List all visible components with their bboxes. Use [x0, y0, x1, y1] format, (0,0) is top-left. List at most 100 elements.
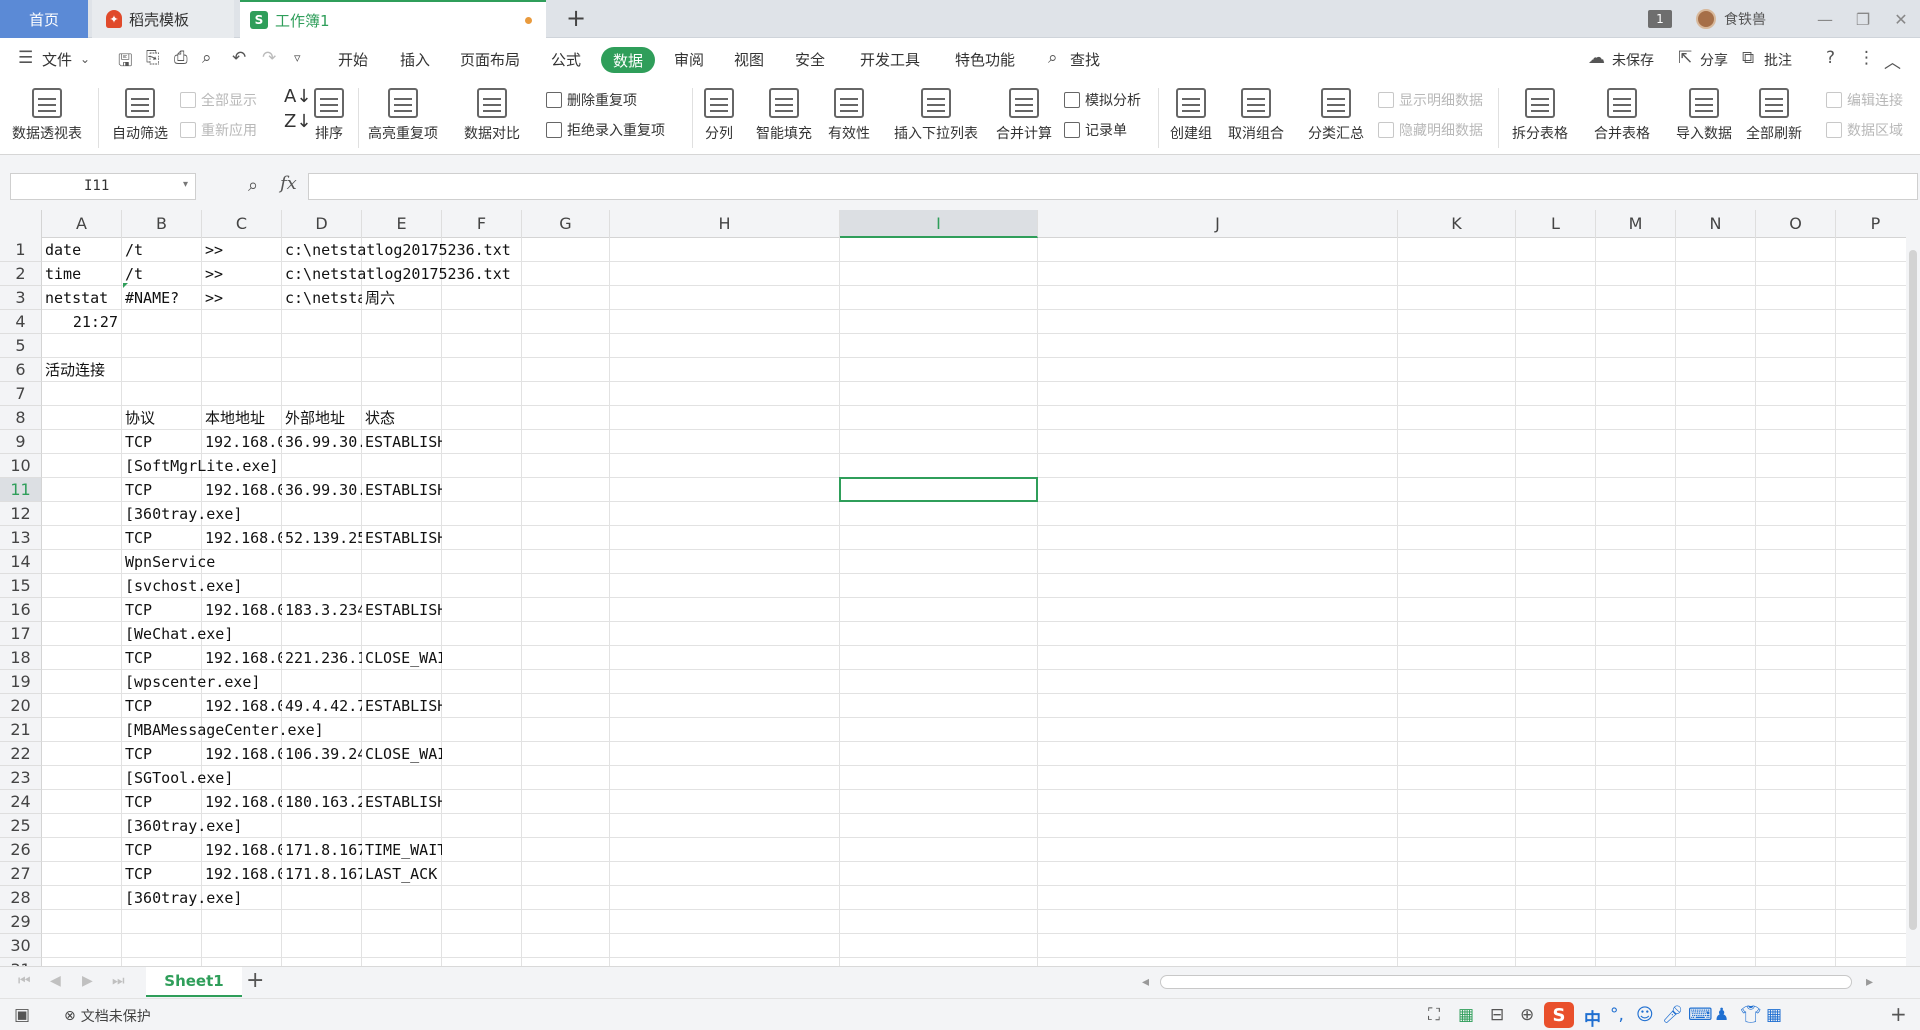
column-header-K[interactable]: K [1398, 210, 1516, 238]
sort-asc-button[interactable]: A↓ Z↓ [284, 86, 311, 132]
cell-C18[interactable]: 192.168.0.101:50814 [202, 646, 282, 670]
collapse-ribbon-icon[interactable]: ︿ [1884, 48, 1901, 73]
cell-C24[interactable]: 192.168.0.101:50846 [202, 790, 282, 814]
consolidate-button[interactable]: 合并计算 [996, 86, 1052, 143]
menu-page-layout[interactable]: 页面布局 [460, 49, 520, 70]
annotate-icon[interactable]: ⧉ [1742, 48, 1754, 68]
customize-toolbar-icon[interactable]: ▿ [294, 51, 301, 66]
vertical-scrollbar[interactable] [1906, 210, 1920, 970]
row-header-5[interactable]: 5 [0, 334, 42, 358]
row-header-17[interactable]: 17 [0, 622, 42, 646]
menu-file[interactable]: 文件 [42, 49, 72, 70]
cell-C16[interactable]: 192.168.0.101:50770 [202, 598, 282, 622]
what-if-button[interactable]: 模拟分析 [1064, 90, 1141, 110]
restore-icon[interactable]: ❐ [1844, 0, 1882, 38]
cell-C8[interactable]: 本地地址 [202, 406, 282, 430]
user-name[interactable]: 食铁兽 [1724, 9, 1766, 29]
sheet-tab[interactable]: Sheet1 [146, 967, 242, 997]
pivot-table-button[interactable]: 数据透视表 [12, 86, 82, 143]
create-group-button[interactable]: 创建组 [1170, 86, 1212, 143]
reject-duplicates-button[interactable]: 拒绝录入重复项 [546, 120, 665, 140]
column-header-N[interactable]: N [1676, 210, 1756, 238]
cell-B21[interactable]: [MBAMessageCenter.exe] [122, 718, 362, 742]
menu-data[interactable]: 数据 [601, 47, 655, 73]
cell-D22[interactable]: 106.39.246.40:80 [282, 742, 362, 766]
cloud-icon[interactable]: ☁ [1588, 48, 1605, 68]
column-header-P[interactable]: P [1836, 210, 1906, 238]
cell-D16[interactable]: 183.3.234.52:8080 [282, 598, 362, 622]
cell-B19[interactable]: [wpscenter.exe] [122, 670, 362, 694]
cell-B1[interactable]: /t [122, 238, 202, 262]
cell-C13[interactable]: 192.168.0.101:50729 [202, 526, 282, 550]
cell-B14[interactable]: WpnService [122, 550, 362, 574]
row-header-24[interactable]: 24 [0, 790, 42, 814]
row-header-30[interactable]: 30 [0, 934, 42, 958]
cell-B8[interactable]: 协议 [122, 406, 202, 430]
column-header-D[interactable]: D [282, 210, 362, 238]
menu-developer[interactable]: 开发工具 [860, 49, 920, 70]
select-all-corner[interactable] [0, 210, 42, 238]
name-box[interactable]: I11 [10, 173, 196, 200]
cell-B22[interactable]: TCP [122, 742, 202, 766]
column-header-I[interactable]: I [840, 210, 1038, 238]
smart-fill-button[interactable]: 智能填充 [756, 86, 812, 143]
menu-start[interactable]: 开始 [338, 49, 368, 70]
microphone-icon[interactable]: 🎤︎ [1662, 1005, 1684, 1025]
column-header-A[interactable]: A [42, 210, 122, 238]
active-cell-cursor[interactable] [839, 477, 1038, 502]
new-tab-button[interactable]: + [566, 4, 586, 32]
macro-icon[interactable]: ▣ [14, 1005, 30, 1025]
formula-input[interactable] [308, 173, 1918, 200]
column-header-J[interactable]: J [1038, 210, 1398, 238]
row-header-4[interactable]: 4 [0, 310, 42, 334]
hamburger-icon[interactable]: ☰ [18, 48, 33, 68]
fullscreen-icon[interactable]: ⛶ [1428, 1005, 1440, 1025]
row-header-29[interactable]: 29 [0, 910, 42, 934]
row-header-27[interactable]: 27 [0, 862, 42, 886]
column-header-L[interactable]: L [1516, 210, 1596, 238]
row-header-14[interactable]: 14 [0, 550, 42, 574]
row-header-22[interactable]: 22 [0, 742, 42, 766]
menu-formula[interactable]: 公式 [551, 49, 581, 70]
menu-special[interactable]: 特色功能 [955, 49, 1015, 70]
cell-C1[interactable]: >> [202, 238, 282, 262]
document-protection[interactable]: ⊗ 文档未保护 [64, 1006, 151, 1026]
show-all-button[interactable]: 全部显示 [180, 90, 257, 110]
reapply-button[interactable]: 重新应用 [180, 120, 257, 140]
menu-search[interactable]: 查找 [1070, 49, 1100, 70]
function-icon[interactable]: fx [280, 173, 297, 194]
cell-D8[interactable]: 外部地址 [282, 406, 362, 430]
cell-D24[interactable]: 180.163.251.208:80 [282, 790, 362, 814]
cell-C27[interactable]: 192.168.0.101:50863 [202, 862, 282, 886]
tab-home[interactable]: 首页 [0, 0, 88, 38]
row-header-23[interactable]: 23 [0, 766, 42, 790]
page-break-view-icon[interactable]: ⊟ [1490, 1005, 1504, 1025]
import-data-button[interactable]: 导入数据 [1676, 86, 1732, 143]
cell-D1[interactable]: c:\netstatlog20175236.txt [282, 238, 522, 262]
print-preview-icon[interactable]: ⌕ [202, 48, 212, 68]
sogou-ime-icon[interactable]: S [1544, 1002, 1574, 1028]
cell-C3[interactable]: >> [202, 286, 282, 310]
row-header-21[interactable]: 21 [0, 718, 42, 742]
cell-E9[interactable]: ESTABLISHED [362, 430, 442, 454]
cell-E11[interactable]: ESTABLISHED [362, 478, 442, 502]
cell-A4[interactable]: 21:27 [42, 310, 122, 334]
column-header-H[interactable]: H [610, 210, 840, 238]
cell-E8[interactable]: 状态 [362, 406, 442, 430]
cell-B28[interactable]: [360tray.exe] [122, 886, 362, 910]
cell-E18[interactable]: CLOSE_WAIT [362, 646, 442, 670]
vertical-scroll-thumb[interactable] [1909, 250, 1917, 930]
cell-D11[interactable]: 36.99.30.142:443 [282, 478, 362, 502]
row-header-1[interactable]: 1 [0, 238, 42, 262]
cell-E20[interactable]: ESTABLISHED [362, 694, 442, 718]
cell-A3[interactable]: netstat [42, 286, 122, 310]
tab-daoke-templates[interactable]: ✦ 稻壳模板 [92, 0, 234, 38]
subtotal-button[interactable]: 分类汇总 [1308, 86, 1364, 143]
cell-B13[interactable]: TCP [122, 526, 202, 550]
cell-D9[interactable]: 36.99.30.142:443 [282, 430, 362, 454]
cell-C20[interactable]: 192.168.0.101:50830 [202, 694, 282, 718]
unsaved-status[interactable]: 未保存 [1612, 50, 1654, 70]
column-header-B[interactable]: B [122, 210, 202, 238]
annotate-button[interactable]: 批注 [1764, 50, 1792, 70]
menu-view[interactable]: 视图 [734, 49, 764, 70]
